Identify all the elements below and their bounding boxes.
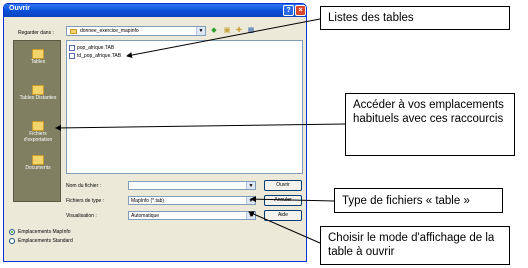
callout-display-mode: Choisir le mode d'affichage de la table … xyxy=(320,226,510,265)
callout-tables-list: Listes des tables xyxy=(320,6,510,30)
leader-shortcuts xyxy=(55,123,346,131)
callout-shortcuts: Accéder à vos emplacements habituels ave… xyxy=(345,93,515,156)
leader-display-mode xyxy=(248,211,321,244)
leader-tables-list xyxy=(126,18,321,59)
leader-file-type xyxy=(250,196,335,203)
callout-file-type: Type de fichiers « table » xyxy=(334,188,503,213)
